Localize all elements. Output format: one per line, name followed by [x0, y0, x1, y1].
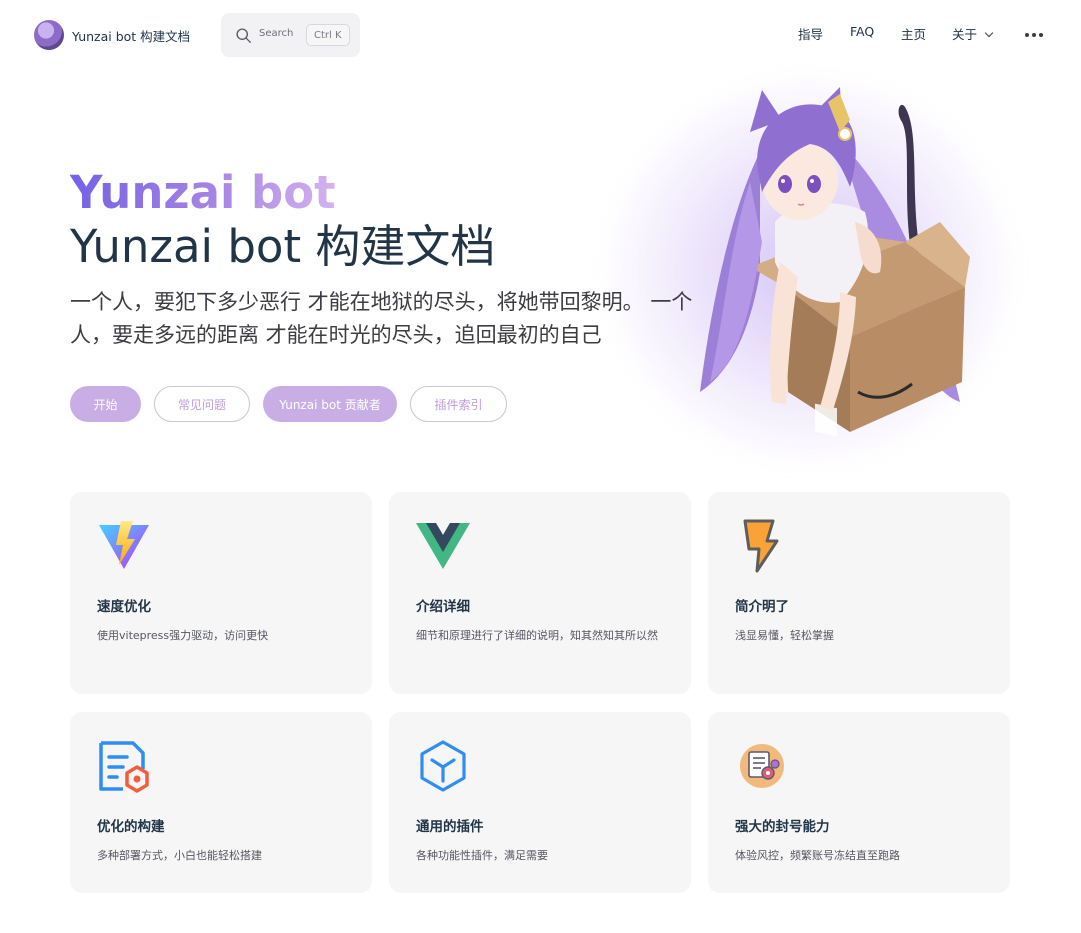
vue-logo-icon: [416, 523, 470, 569]
nav-link-guide[interactable]: 指导: [798, 24, 823, 43]
feature-card-intro: 介绍详细 细节和原理进行了详细的说明，知其然知其所以然: [389, 492, 691, 694]
site-brand-link[interactable]: Yunzai bot 构建文档: [34, 20, 190, 50]
feature-details: 多种部署方式，小白也能轻松搭建: [97, 849, 262, 862]
feature-card-plugins: 通用的插件 各种功能性插件，满足需要: [389, 712, 691, 893]
cube-plugin-icon: [420, 740, 466, 792]
site-logo-icon: [34, 20, 64, 50]
search-icon: [236, 28, 251, 43]
nav-dropdown-about[interactable]: 关于: [952, 24, 994, 43]
settings-document-icon: [740, 744, 784, 788]
feature-title: 优化的构建: [97, 819, 165, 835]
plugin-index-button[interactable]: 插件索引: [410, 386, 507, 422]
contributors-button[interactable]: Yunzai bot 贡献者: [263, 386, 397, 422]
feature-title: 速度优化: [97, 599, 151, 615]
feature-title: 强大的封号能力: [735, 819, 830, 835]
feature-details: 使用vitepress强力驱动，访问更快: [97, 629, 269, 642]
faq-button[interactable]: 常见问题: [154, 386, 250, 422]
hero-text: Yunzai bot 构建文档: [70, 220, 496, 273]
feature-title: 介绍详细: [416, 599, 470, 615]
more-menu-icon[interactable]: [1025, 33, 1043, 37]
feature-card-simple: 简介明了 浅显易懂，轻松掌握: [708, 492, 1010, 694]
vite-lightning-icon: [99, 521, 149, 569]
lightning-bolt-icon: [743, 519, 779, 573]
chevron-down-icon: [984, 28, 994, 38]
feature-card-ban: 强大的封号能力 体验风控，频繁账号冻结直至跑路: [708, 712, 1010, 893]
feature-details: 各种功能性插件，满足需要: [416, 849, 548, 862]
search-placeholder: Search: [259, 28, 294, 39]
feature-card-build: 优化的构建 多种部署方式，小白也能轻松搭建: [70, 712, 372, 893]
nav-link-home[interactable]: 主页: [901, 24, 926, 43]
site-title: Yunzai bot 构建文档: [72, 28, 191, 44]
feature-details: 浅显易懂，轻松掌握: [735, 629, 834, 642]
nav-link-faq[interactable]: FAQ: [850, 24, 874, 39]
document-build-icon: [99, 741, 149, 793]
hero-tagline: 一个人，要犯下多少恶行 才能在地狱的尽头，将她带回黎明。 一个人，要走多远的距离…: [70, 290, 693, 347]
hero-name: Yunzai bot: [70, 166, 336, 219]
start-button[interactable]: 开始: [70, 386, 141, 422]
hero-character-illustration: [700, 87, 970, 437]
search-shortcut-keys: Ctrl K: [306, 24, 350, 46]
top-navbar: Yunzai bot 构建文档 Search Ctrl K 指导 FAQ 主页 …: [0, 0, 1081, 68]
feature-details: 细节和原理进行了详细的说明，知其然知其所以然: [416, 629, 658, 642]
feature-card-speed: 速度优化 使用vitepress强力驱动，访问更快: [70, 492, 372, 694]
nav-dropdown-about-label: 关于: [952, 27, 978, 42]
feature-details: 体验风控，频繁账号冻结直至跑路: [735, 849, 900, 862]
feature-title: 通用的插件: [416, 819, 484, 835]
search-button[interactable]: Search Ctrl K: [221, 13, 360, 57]
feature-title: 简介明了: [735, 599, 789, 615]
